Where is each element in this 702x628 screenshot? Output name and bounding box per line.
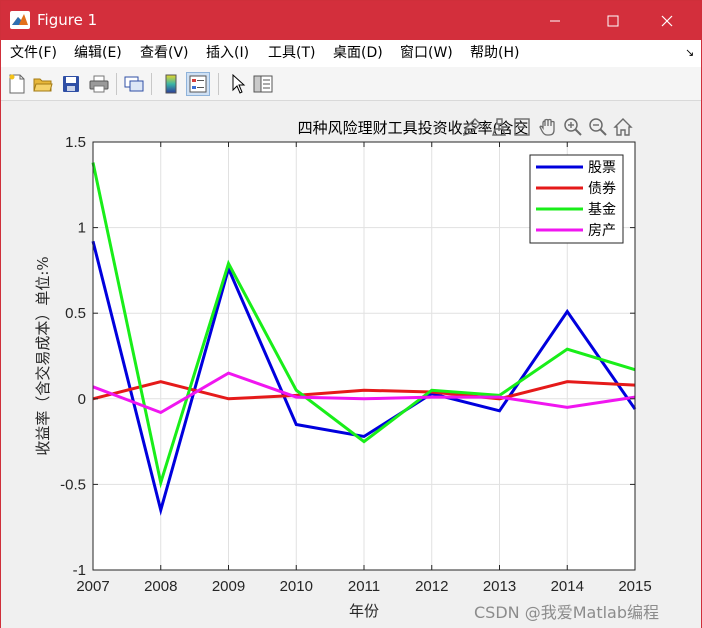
open-file-icon[interactable]: [31, 72, 55, 96]
pan-icon[interactable]: [536, 115, 560, 139]
x-tick-label: 2009: [212, 578, 245, 595]
menu-help[interactable]: 帮助(H): [470, 45, 519, 62]
window-title: Figure 1: [37, 11, 98, 29]
x-tick-label: 2014: [551, 578, 584, 595]
zoom-in-icon[interactable]: [561, 115, 585, 139]
insert-colorbar-icon[interactable]: [159, 72, 183, 96]
x-tick-label: 2007: [76, 578, 109, 595]
menu-bar: 文件(F) 编辑(E) 查看(V) 插入(I) 工具(T) 桌面(D) 窗口(W…: [1, 40, 701, 67]
close-button[interactable]: [644, 1, 690, 40]
legend-label: 股票: [588, 160, 616, 176]
legend[interactable]: 股票债券基金房产: [529, 154, 624, 244]
title-bar[interactable]: Figure 1: [1, 1, 701, 40]
figure-toolbar: [1, 67, 701, 101]
matlab-logo-icon: [10, 11, 30, 29]
x-tick-label: 2008: [144, 578, 177, 595]
property-inspector-icon[interactable]: [251, 72, 275, 96]
maximize-button[interactable]: [590, 1, 636, 40]
menu-window[interactable]: 窗口(W): [400, 45, 453, 62]
zoom-region-icon[interactable]: [510, 115, 534, 139]
toolbar-separator: [218, 73, 219, 95]
x-tick-label: 2013: [483, 578, 516, 595]
toolbar-separator: [116, 73, 117, 95]
print-icon[interactable]: [87, 72, 111, 96]
legend-label: 债券: [588, 181, 616, 197]
menu-tools[interactable]: 工具(T): [268, 45, 315, 62]
new-figure-icon[interactable]: [5, 72, 29, 96]
menu-edit[interactable]: 编辑(E): [74, 45, 122, 62]
menu-view[interactable]: 查看(V): [140, 45, 189, 62]
minimize-button[interactable]: [532, 1, 578, 40]
y-tick-label: 1: [78, 220, 86, 237]
x-tick-label: 2011: [348, 578, 380, 595]
menu-file[interactable]: 文件(F): [10, 45, 57, 62]
restore-view-icon[interactable]: [611, 115, 635, 139]
y-tick-label: 0.5: [65, 305, 86, 322]
axes-toolbar: [460, 115, 635, 139]
toolbar-separator: [151, 73, 152, 95]
menu-insert[interactable]: 插入(I): [206, 45, 249, 62]
save-icon[interactable]: [59, 72, 83, 96]
y-axis-label: 收益率（含交易成本）单位:%: [34, 256, 52, 455]
edit-plot-icon[interactable]: [226, 72, 250, 96]
menu-desktop[interactable]: 桌面(D): [333, 45, 383, 62]
figure-canvas: 2007 2008 2009 2010 2011 2012 2013 2014 2015 1.5 1…: [1, 102, 701, 628]
link-plot-icon[interactable]: [122, 72, 146, 96]
y-tick-label: -0.5: [60, 476, 86, 493]
brush-icon[interactable]: [460, 115, 484, 139]
insert-legend-icon[interactable]: [186, 72, 210, 96]
menu-overflow-arrow[interactable]: ↘: [685, 46, 694, 59]
zoom-out-icon[interactable]: [586, 115, 610, 139]
x-tick-label: 2012: [415, 578, 448, 595]
figure-window: Figure 1 文件(F) 编辑(E) 查看(V) 插入(I) 工具(T) 桌…: [0, 0, 702, 628]
chart-svg[interactable]: 2007 2008 2009 2010 2011 2012 2013 2014 2015 1.5 1…: [1, 102, 701, 628]
x-axis-label: 年份: [349, 602, 379, 620]
data-tips-icon[interactable]: [486, 115, 510, 139]
x-tick-label: 2010: [280, 578, 313, 595]
y-tick-label: 0: [78, 391, 86, 408]
watermark: CSDN @我爱Matlab编程: [474, 603, 659, 622]
legend-label: 基金: [588, 201, 616, 218]
x-tick-label: 2015: [618, 578, 651, 595]
legend-label: 房产: [588, 223, 616, 239]
y-tick-label: -1: [73, 562, 86, 579]
y-tick-label: 1.5: [65, 134, 86, 151]
